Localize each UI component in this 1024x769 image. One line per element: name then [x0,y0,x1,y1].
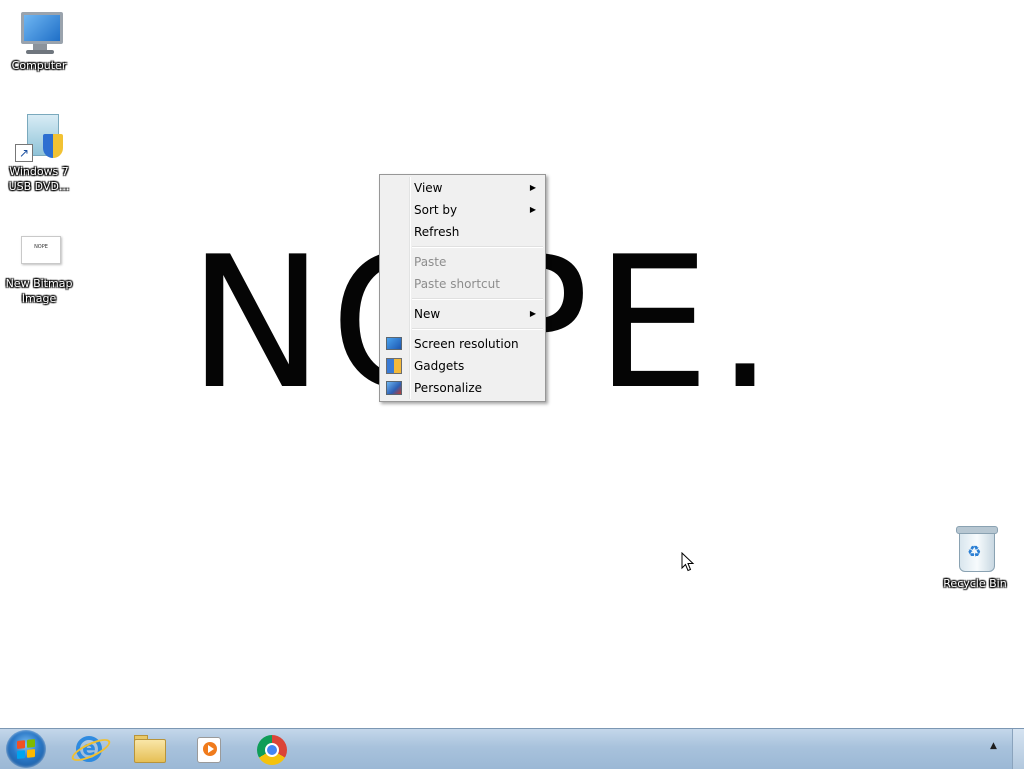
menu-item-label: Paste shortcut [414,277,500,291]
bitmap-image-icon: NOPE [15,226,63,274]
shortcut-arrow-icon: ↗ [15,144,33,162]
mouse-cursor-icon [681,552,695,572]
taskbar-windows-media-player[interactable] [182,731,234,767]
menu-item-paste: Paste [380,251,545,273]
start-button[interactable] [6,730,46,768]
desktop-icon-label: Recycle Bin [943,577,1007,590]
menu-item-label: Screen resolution [414,337,519,351]
desktop-icon-label: New Bitmap Image [5,277,73,305]
menu-separator [412,298,543,300]
folder-icon [134,739,166,763]
menu-item-refresh[interactable]: Refresh [380,221,545,243]
desktop[interactable]: NOPE. Computer ↗ Windows 7 USB DVD... NO… [0,0,1024,728]
menu-item-label: Sort by [414,203,458,217]
taskbar-internet-explorer[interactable]: e [62,731,114,767]
desktop-icon-windows7-usb-dvd[interactable]: ↗ Windows 7 USB DVD... [1,114,77,194]
desktop-context-menu: View ▶ Sort by ▶ Refresh Paste Paste sho… [379,174,546,402]
menu-item-sort-by[interactable]: Sort by ▶ [380,199,545,221]
menu-item-personalize[interactable]: Personalize [380,377,545,399]
personalize-icon [386,381,402,395]
desktop-icon-label: Computer [11,59,67,72]
gadgets-icon [386,358,402,374]
menu-separator [412,246,543,248]
menu-separator [412,328,543,330]
windows-usb-tool-icon: ↗ [15,114,63,162]
submenu-arrow-icon: ▶ [529,183,536,192]
taskbar-google-chrome[interactable] [245,731,297,767]
menu-item-paste-shortcut: Paste shortcut [380,273,545,295]
menu-item-label: Paste [414,255,447,269]
windows-logo-icon [17,739,35,759]
submenu-arrow-icon: ▶ [529,309,536,318]
menu-item-gadgets[interactable]: Gadgets [380,355,545,377]
media-player-icon [197,737,221,763]
menu-item-label: Refresh [414,225,460,239]
show-desktop-button[interactable] [1012,729,1024,769]
taskbar: e ▲ [0,728,1024,769]
computer-icon [15,8,63,56]
menu-item-new[interactable]: New ▶ [380,303,545,325]
menu-item-label: Gadgets [414,359,465,373]
menu-item-screen-resolution[interactable]: Screen resolution [380,333,545,355]
menu-item-label: New [414,307,441,321]
submenu-arrow-icon: ▶ [529,205,536,214]
recycle-bin-icon: ♻ [951,526,999,574]
desktop-icon-recycle-bin[interactable]: ♻ Recycle Bin [937,526,1013,591]
desktop-icon-new-bitmap-image[interactable]: NOPE New Bitmap Image [1,226,77,306]
chrome-icon [257,735,287,765]
bitmap-thumbnail: NOPE [21,236,61,264]
taskbar-windows-explorer[interactable] [122,731,174,767]
menu-item-label: Personalize [414,381,483,395]
screen-resolution-icon [386,337,402,350]
desktop-icon-label: Windows 7 USB DVD... [8,165,70,193]
desktop-icon-computer[interactable]: Computer [1,8,77,73]
menu-item-label: View [414,181,443,195]
menu-item-view[interactable]: View ▶ [380,177,545,199]
show-hidden-icons-button[interactable]: ▲ [990,741,997,751]
